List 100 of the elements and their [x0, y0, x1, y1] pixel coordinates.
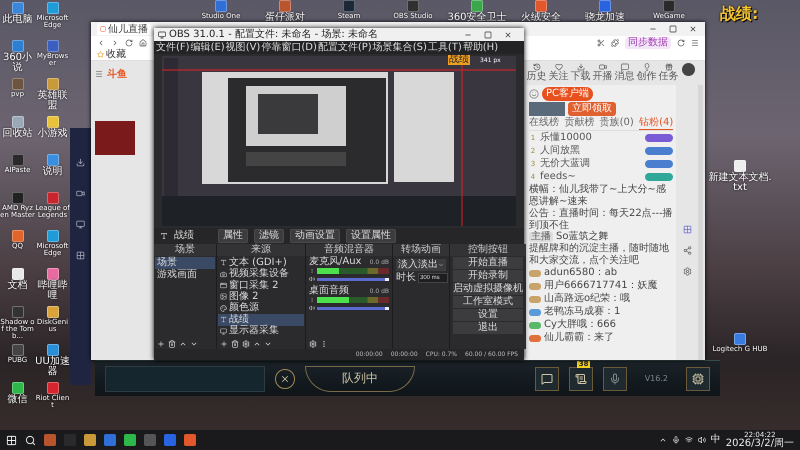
app-icon[interactable] — [12, 382, 24, 394]
chat-message: Cy大胖哦：666 — [544, 320, 616, 330]
speaker-icon[interactable] — [309, 276, 315, 282]
source-button[interactable]: 属性 — [218, 229, 248, 243]
forward-icon[interactable] — [111, 38, 119, 46]
app-icon[interactable] — [12, 344, 24, 356]
maximize-icon[interactable] — [669, 25, 677, 33]
chat-icon — [540, 372, 553, 384]
browser-tab[interactable]: 仙儿直播 — [97, 23, 151, 35]
scene-item[interactable]: 场景 — [155, 257, 215, 269]
missions-button[interactable] — [568, 366, 593, 390]
grid-icon[interactable] — [682, 225, 692, 234]
extensions-icon[interactable] — [611, 38, 619, 46]
speaker-icon[interactable] — [309, 305, 315, 311]
close-icon[interactable] — [504, 30, 512, 38]
share-icon[interactable] — [682, 246, 692, 255]
clock-date: 2026/3/2/周一 — [726, 438, 794, 448]
rank-tab[interactable]: 贵族(0) — [600, 117, 634, 130]
control-button[interactable]: 工作室模式 — [453, 296, 523, 308]
rank-tab[interactable]: 在线榜 — [529, 117, 559, 130]
app-icon[interactable] — [12, 268, 24, 280]
menu-item[interactable]: 视图(V) — [226, 42, 260, 52]
chat-button[interactable] — [534, 366, 559, 390]
menu-item[interactable]: 编辑(E) — [190, 42, 225, 52]
claim-button[interactable]: 立即领取 — [568, 102, 616, 116]
source-button[interactable]: 滤镜 — [254, 229, 284, 243]
header-link[interactable]: 历史 — [526, 63, 547, 82]
maximize-icon[interactable] — [484, 30, 492, 38]
dock-title: 控制按钮 — [468, 245, 508, 255]
back-icon[interactable] — [97, 38, 105, 46]
pc-client-button[interactable]: PC客户端 — [542, 87, 594, 101]
control-button[interactable]: 设置 — [453, 309, 523, 321]
header-link[interactable]: 关注 — [548, 63, 569, 82]
header-link[interactable]: 开播 — [592, 63, 613, 82]
scissors-icon[interactable] — [597, 38, 605, 46]
scene-item[interactable]: 游戏画面 — [155, 269, 215, 281]
microphone-icon[interactable] — [672, 436, 680, 444]
source-item[interactable]: 窗口采集 2 — [218, 280, 304, 292]
header-link[interactable]: 创作 — [636, 63, 657, 82]
app-icon[interactable] — [46, 382, 58, 394]
control-button[interactable]: 退出 — [453, 322, 523, 334]
source-item[interactable]: 显示器采集 — [218, 326, 304, 337]
sync-button[interactable]: 同步数据 — [625, 36, 671, 48]
download-icon — [76, 158, 85, 167]
user-avatar[interactable] — [682, 63, 695, 76]
voice-button[interactable] — [602, 366, 627, 390]
app-icon[interactable] — [46, 116, 58, 128]
header-link[interactable]: 下载 — [570, 63, 591, 82]
app-icon[interactable] — [46, 268, 58, 280]
add-icon[interactable] — [220, 340, 228, 348]
duration-label: 时长 — [396, 273, 416, 283]
source-button[interactable]: 动画设置 — [290, 229, 340, 243]
menu-icon[interactable] — [95, 70, 103, 78]
source-button[interactable]: 设置属性 — [346, 229, 396, 243]
viewer-name: 人间放黑 — [540, 146, 580, 156]
control-button[interactable]: 开始录制 — [453, 270, 523, 282]
trash-icon[interactable] — [168, 340, 176, 348]
transition-select[interactable]: 淡入淡出 — [396, 259, 446, 271]
selection-label[interactable]: 战绩 — [448, 55, 470, 65]
source-item[interactable]: 颜色源 — [218, 302, 304, 314]
menu-item[interactable]: 场景集合(S) — [372, 42, 427, 52]
header-link[interactable]: 任务 — [658, 63, 679, 82]
chevron-icon[interactable] — [658, 436, 667, 444]
volume-slider[interactable] — [317, 278, 389, 280]
app-icon[interactable] — [46, 344, 58, 356]
source-item[interactable]: 文本 (GDI+) — [218, 257, 304, 268]
source-item[interactable]: 战绩 — [218, 314, 304, 326]
menu-item[interactable]: 帮助(H) — [462, 42, 498, 52]
heart-icon — [554, 63, 562, 71]
header-link[interactable]: 消息 — [614, 63, 635, 82]
close-icon[interactable] — [689, 25, 697, 33]
input-method[interactable]: 中 — [710, 435, 721, 445]
app-icon[interactable] — [12, 230, 24, 242]
start-icon[interactable] — [6, 434, 17, 446]
menu-item[interactable]: 文件(F) — [156, 42, 190, 52]
menu-item[interactable]: 停靠窗口(D) — [261, 42, 317, 52]
app-icon[interactable] — [46, 230, 58, 242]
reload-icon[interactable] — [125, 38, 133, 46]
settings-icon[interactable] — [682, 267, 692, 276]
volume-slider[interactable] — [317, 306, 389, 310]
app-icon[interactable] — [46, 306, 58, 318]
emoji-icon[interactable] — [529, 89, 539, 99]
source-item[interactable]: 图像 2 — [218, 291, 304, 303]
control-button[interactable]: 启动虚拟摄像机 — [453, 283, 523, 295]
menu-item[interactable]: 工具(T) — [428, 42, 462, 52]
control-button[interactable]: 开始直播 — [453, 257, 523, 269]
volume-icon[interactable] — [698, 436, 706, 444]
gift-icon — [664, 63, 672, 71]
settings-button[interactable] — [686, 366, 710, 390]
home-icon[interactable] — [139, 38, 147, 46]
source-item[interactable]: 视频采集设备 — [218, 268, 304, 280]
menu-item[interactable]: 配置文件(P) — [318, 42, 372, 52]
bookmark-link[interactable]: 收藏 — [97, 50, 126, 60]
add-icon[interactable] — [157, 340, 165, 348]
rank-tab[interactable]: 贡献榜 — [564, 117, 594, 130]
cancel-button[interactable] — [275, 368, 295, 388]
trash-icon[interactable] — [231, 340, 239, 348]
network-icon[interactable] — [684, 436, 693, 444]
menu-icon[interactable] — [691, 38, 699, 46]
search-icon[interactable] — [25, 434, 36, 446]
